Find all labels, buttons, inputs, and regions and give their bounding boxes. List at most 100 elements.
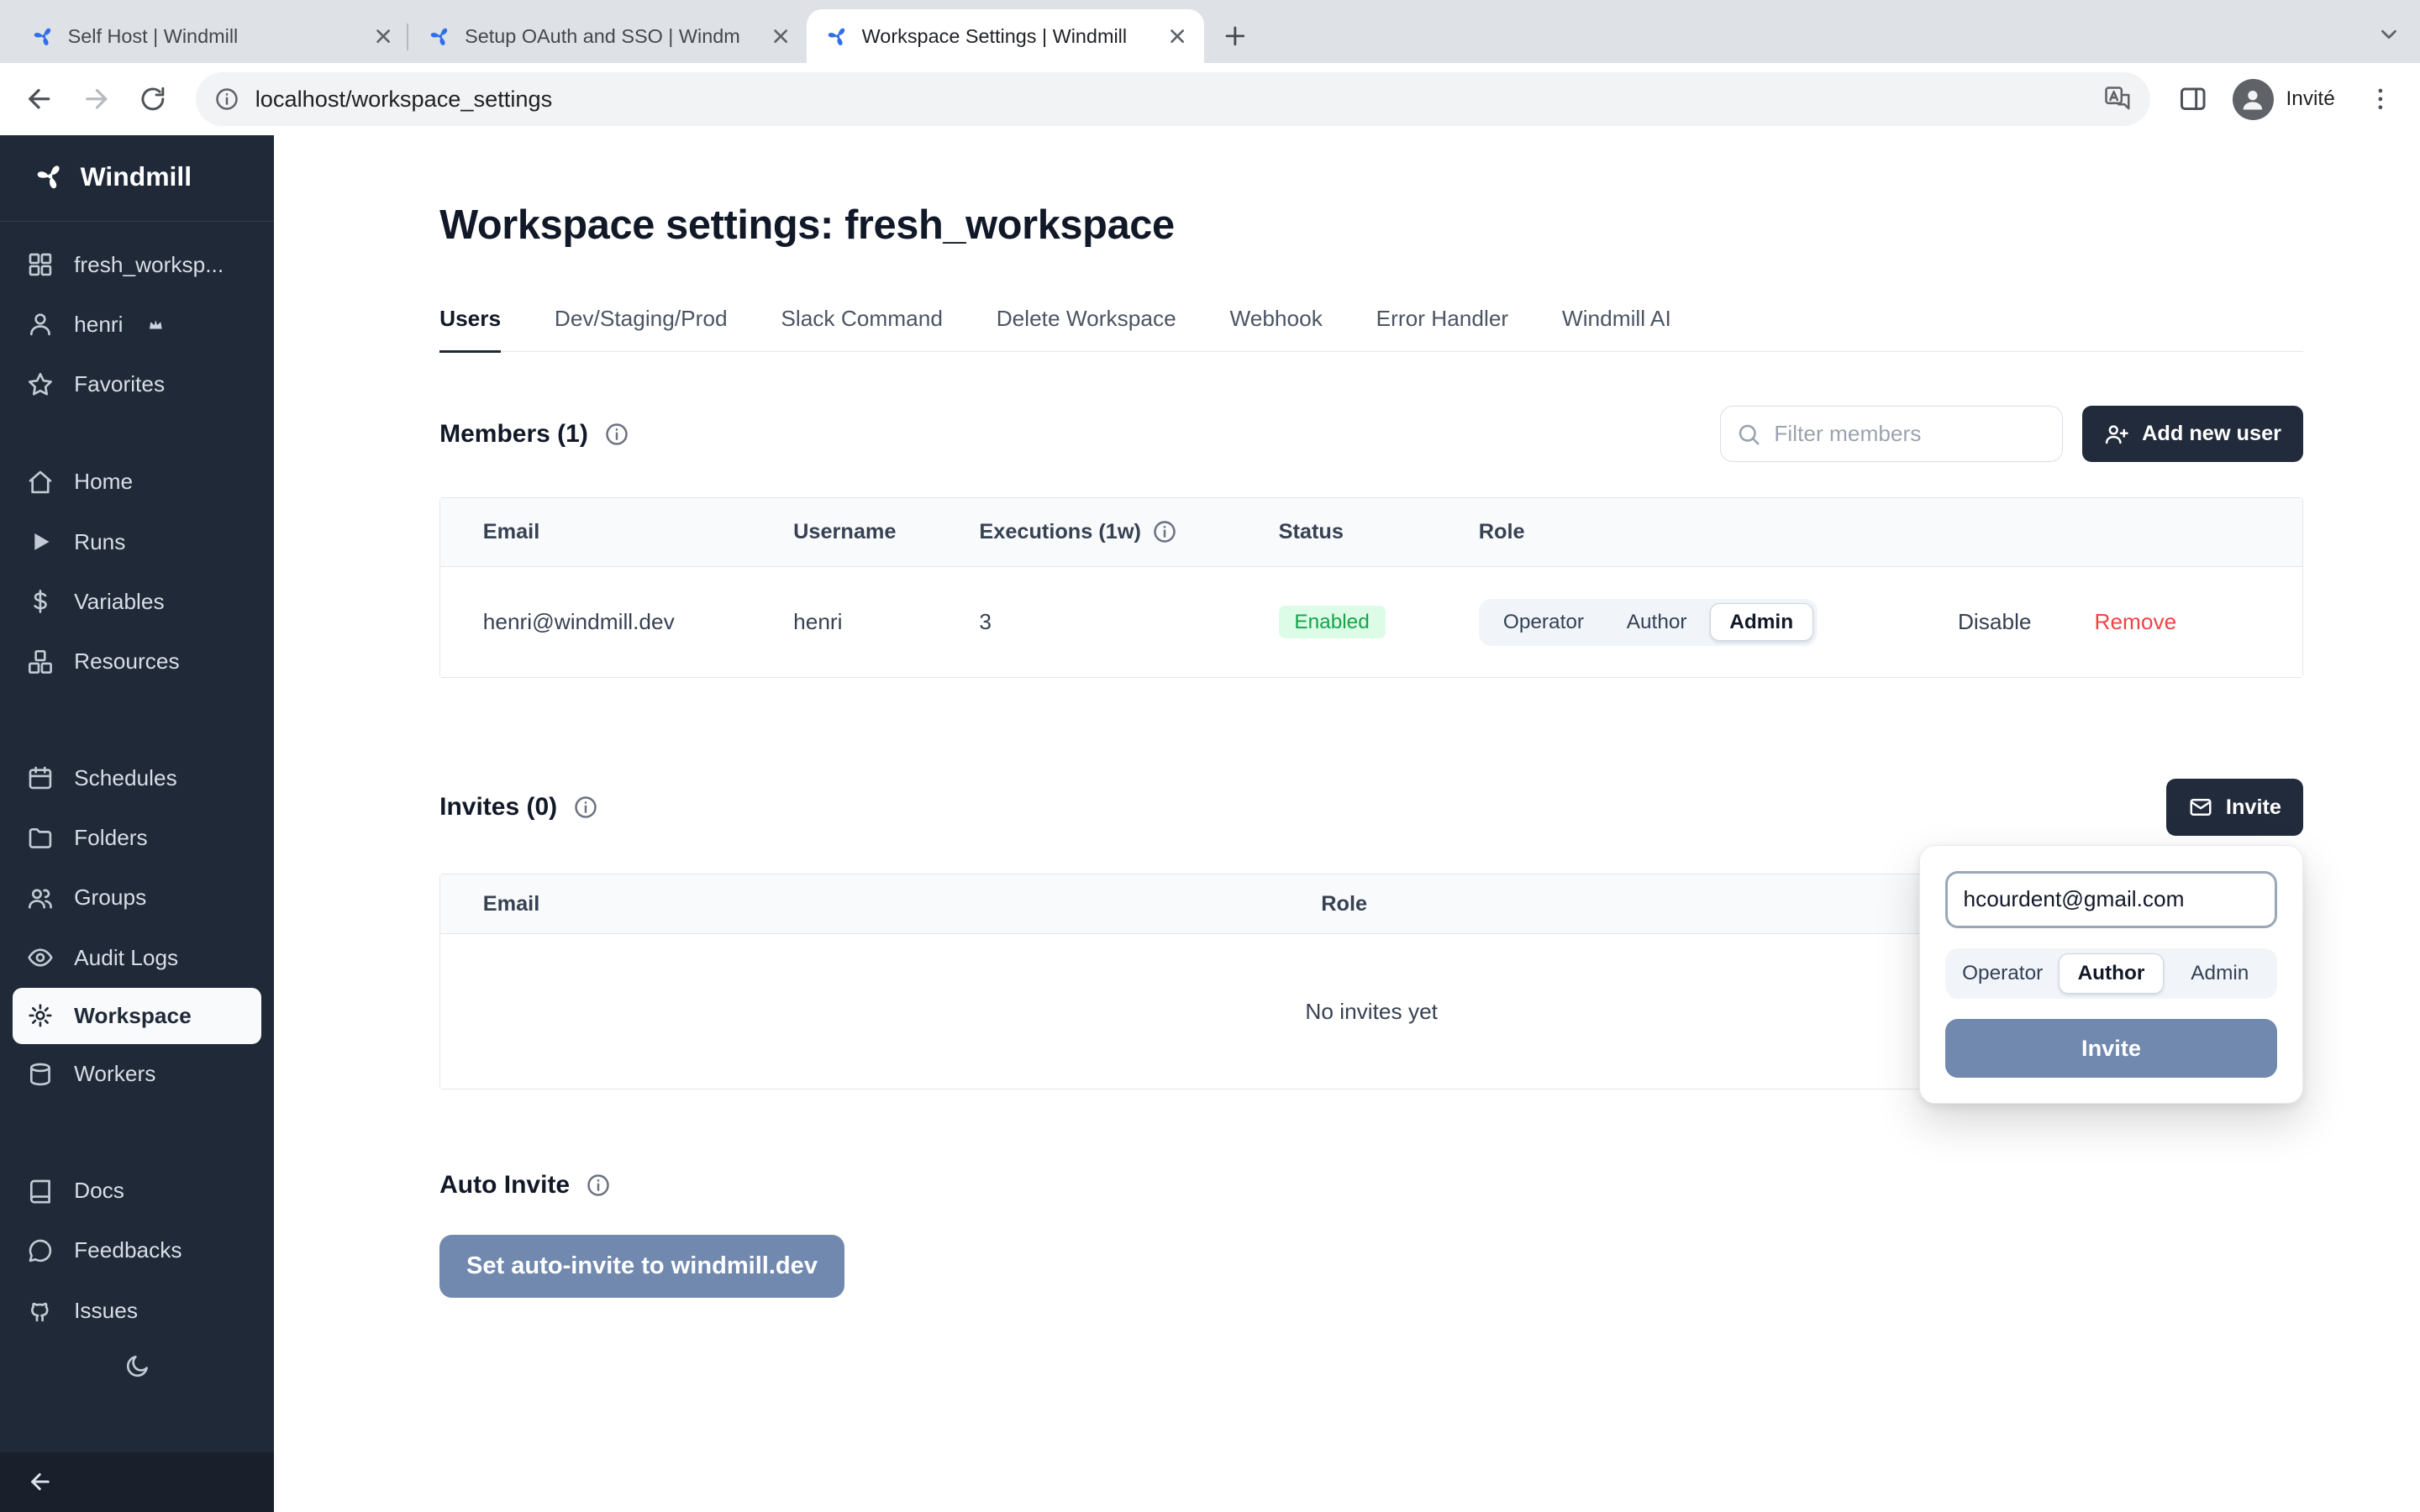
folder-icon [27,825,54,852]
tab-users[interactable]: Users [439,306,501,354]
tab-error-handler[interactable]: Error Handler [1376,306,1509,354]
windmill-logo[interactable]: Windmill [0,135,274,218]
browser-tab-2[interactable]: Setup OAuth and SSO | Windm [410,9,808,63]
play-icon [27,528,54,555]
page-title: Workspace settings: fresh_workspace [439,202,2303,249]
sidebar-item-feedbacks[interactable]: Feedbacks [0,1221,274,1280]
info-icon[interactable] [586,1173,611,1198]
role-admin-button[interactable]: Admin [1710,603,1813,641]
role-operator-button[interactable]: Operator [1483,603,1603,641]
invite-button-label: Invite [2226,795,2281,820]
spacer [0,414,274,452]
auto-invite-heading: Auto Invite [439,1171,570,1200]
invites-header: Invites (0) Invite [439,779,2303,836]
invite-button[interactable]: Invite [2166,779,2304,836]
remove-button[interactable]: Remove [2095,609,2177,635]
browser-profile-button[interactable]: Invité [2223,79,2351,120]
home-icon [27,469,54,496]
app-shell: Windmill fresh_worksp... henri Favorites… [0,135,2420,1512]
member-status: Enabled [1279,606,1479,638]
disable-button[interactable]: Disable [1958,609,2032,635]
translate-icon[interactable] [2103,85,2132,113]
workspace-switcher[interactable]: fresh_worksp... [0,234,274,294]
boxes-icon [27,648,54,675]
sidebar-item-groups[interactable]: Groups [0,868,274,927]
tab-dev-staging-prod[interactable]: Dev/Staging/Prod [555,306,728,354]
sidebar-item-variables[interactable]: Variables [0,572,274,632]
sidebar-item-label: Runs [74,529,125,555]
add-new-user-button[interactable]: Add new user [2082,406,2303,463]
sidebar-item-label: Docs [74,1178,124,1204]
main-content: Workspace settings: fresh_workspace User… [274,135,2420,1512]
info-icon[interactable] [573,795,598,820]
forward-button[interactable] [70,72,124,126]
filter-members-field[interactable] [1720,406,2064,463]
invites-section: Invites (0) Invite Email Role No invites… [439,779,2303,1089]
member-actions: Disable Remove [1951,609,2302,635]
role-operator-button[interactable]: Operator [1949,953,2055,995]
sidebar-collapse-button[interactable] [0,1452,274,1512]
sidebar-item-issues[interactable]: Issues [0,1280,274,1340]
invites-heading: Invites (0) [439,793,557,822]
tab-windmill-ai[interactable]: Windmill AI [1562,306,1671,354]
sidebar-item-workspace[interactable]: Workspace [13,988,261,1045]
tab-close-icon[interactable] [371,23,397,50]
refresh-button[interactable] [126,72,180,126]
sidebar: Windmill fresh_worksp... henri Favorites… [0,135,274,1512]
sidebar-item-folders[interactable]: Folders [0,808,274,868]
sidebar-item-schedules[interactable]: Schedules [0,748,274,808]
member-executions: 3 [979,609,1278,635]
star-icon [27,371,54,398]
invite-email-input[interactable] [1945,871,2278,928]
column-status: Status [1279,520,1479,544]
members-table: Email Username Executions (1w) Status Ro… [439,497,2303,679]
bucket-icon [27,1061,54,1088]
back-button[interactable] [13,72,66,126]
sidebar-item-home[interactable]: Home [0,452,274,512]
sidebar-item-favorites[interactable]: Favorites [0,354,274,414]
brand-name: Windmill [81,161,192,192]
member-row: henri@windmill.dev henri 3 Enabled Opera… [440,567,2302,677]
tab-slack-command[interactable]: Slack Command [781,306,943,354]
auto-invite-section: Auto Invite Set auto-invite to windmill.… [439,1171,2303,1297]
browser-tab-active[interactable]: Workspace Settings | Windmill [807,9,1204,63]
tab-close-icon[interactable] [1165,23,1192,50]
user-menu[interactable]: henri [0,295,274,354]
info-icon[interactable] [604,422,629,447]
sidebar-item-runs[interactable]: Runs [0,512,274,571]
eye-icon [27,944,54,971]
side-panel-icon[interactable] [2166,72,2220,126]
sidebar-item-docs[interactable]: Docs [0,1161,274,1221]
tab-title: Setup OAuth and SSO | Windm [465,25,755,48]
site-info-icon[interactable] [214,87,239,112]
settings-tabs: Users Dev/Staging/Prod Slack Command Del… [439,306,2303,353]
url-text: localhost/workspace_settings [255,86,2088,113]
sidebar-item-label: Home [74,469,133,495]
role-author-button[interactable]: Author [1607,603,1707,641]
tab-webhook[interactable]: Webhook [1229,306,1322,354]
invite-submit-button[interactable]: Invite [1945,1019,2278,1077]
sidebar-item-resources[interactable]: Resources [0,632,274,691]
member-role-cell: Operator Author Admin [1479,599,1952,646]
new-tab-button[interactable] [1213,14,1258,59]
browser-menu-icon[interactable] [2354,72,2407,126]
tab-delete-workspace[interactable]: Delete Workspace [997,306,1176,354]
info-icon[interactable] [1152,519,1177,544]
tab-close-icon[interactable] [767,23,794,50]
sidebar-item-audit-logs[interactable]: Audit Logs [0,927,274,987]
status-badge: Enabled [1279,606,1386,638]
tab-list-chevron-icon[interactable] [2376,22,2408,47]
column-executions: Executions (1w) [979,519,1278,544]
sidebar-item-workers[interactable]: Workers [0,1044,274,1104]
sidebar-item-label: Folders [74,825,148,851]
role-author-button[interactable]: Author [2059,953,2165,995]
moon-icon [124,1353,150,1380]
role-admin-button[interactable]: Admin [2167,953,2273,995]
filter-members-input[interactable] [1774,421,2046,447]
set-auto-invite-button[interactable]: Set auto-invite to windmill.dev [439,1235,844,1298]
address-bar[interactable]: localhost/workspace_settings [196,72,2151,126]
browser-tab-1[interactable]: Self Host | Windmill [13,9,410,63]
github-icon [27,1297,54,1324]
dark-mode-toggle[interactable] [0,1341,274,1393]
grid-icon [27,251,54,278]
